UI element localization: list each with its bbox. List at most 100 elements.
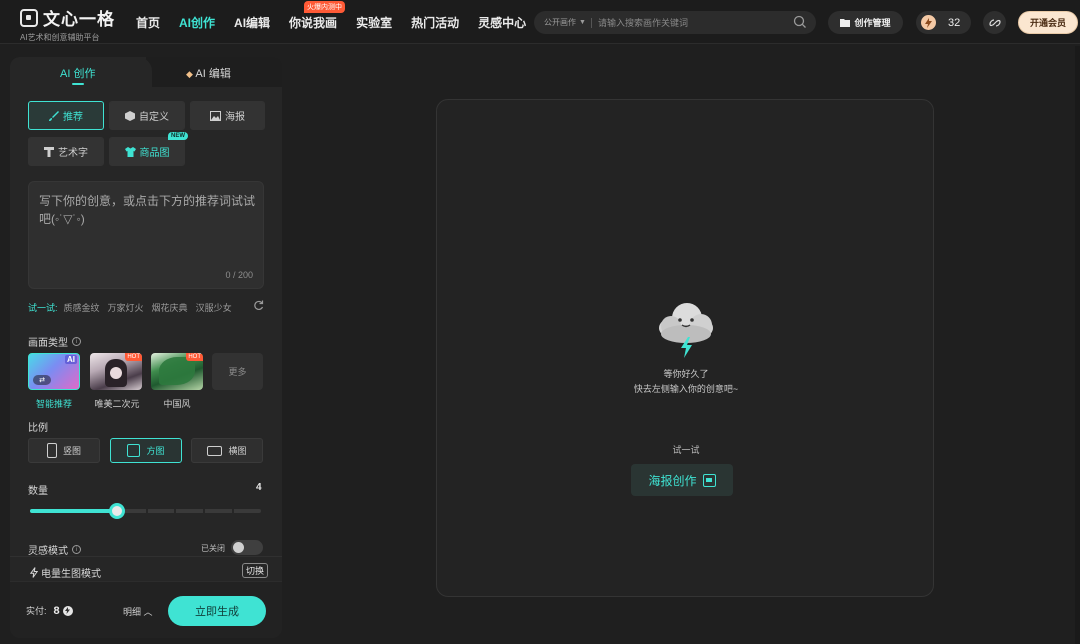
inspiration-section-title: 灵感模式 i [28,542,81,557]
try-label: 试一试: [28,303,58,313]
folder-icon [840,19,851,27]
diamond-icon: ◆ [186,69,193,79]
tab-ai-edit[interactable]: ◆ AI 编辑 [186,65,231,81]
mode-label: 推荐 [63,112,83,123]
batch-label-text: 电量生图模式 [41,569,101,580]
style-label: 智能推荐 [35,399,72,409]
logo[interactable]: 文心一格 AI艺术和创意辅助平台 [20,5,115,43]
points-balance[interactable]: 32 [916,11,971,34]
tab-edit-label: AI 编辑 [195,68,231,80]
nav-ai-edit[interactable]: AI编辑 [234,14,270,31]
mode-product[interactable]: 商品图 NEW [109,132,188,166]
nav-badge-beta: 火爆内测中 [304,1,346,13]
mode-label: 海报 [225,112,245,123]
nav-you-say-i-draw[interactable]: 火爆内测中 你说我画 [289,1,346,31]
quantity-slider[interactable] [30,503,261,519]
slider-tick [203,509,206,513]
search-icon[interactable] [793,15,807,29]
pay-label: 实付: [26,606,47,616]
ratio-portrait[interactable]: 竖图 [28,438,100,463]
nav-events[interactable]: 热门活动 [411,14,459,31]
open-vip-button[interactable]: 开通会员 [1018,11,1078,34]
detail-label: 明细 [123,607,142,617]
style-card-smart[interactable]: AI ⇄ [28,353,80,390]
suggestion-item[interactable]: 万家灯火 [108,301,144,314]
style-label: 中国风 [163,399,191,409]
ai-tag: AI [65,355,77,364]
points-value: 32 [948,16,961,29]
batch-mode-row: 电量生图模式 切换 [10,556,282,581]
nav-ai-create[interactable]: AI创作 [179,14,215,31]
slider-tick [145,509,148,513]
suggestion-item[interactable]: 烟花庆典 [152,301,188,314]
tshirt-icon [124,146,136,157]
chevron-up-icon: ︿ [143,607,153,617]
poster-label: 海报创作 [648,473,697,488]
style-card-chinese[interactable]: HOT [151,353,203,390]
switch-mode-button[interactable]: 切换 [241,563,268,578]
poster-create-button[interactable]: 海报创作 [631,464,733,496]
detail-toggle[interactable]: 明细 ︿ [123,605,153,618]
batch-mode-label: 电量生图模式 [30,565,101,580]
caret-down-icon[interactable]: ▼ [579,19,586,26]
bolt-icon [921,15,936,30]
mode-label: 自定义 [139,112,169,123]
creation-manage-button[interactable]: 创作管理 [828,11,903,34]
refresh-icon[interactable] [253,300,264,311]
payment-amount: 实付: 8 [26,604,73,617]
section-label: 画面类型 [28,338,68,349]
mode-recommend[interactable]: 推荐 [28,101,104,130]
prompt-placeholder: 写下你的创意，或点击下方的推荐词试试吧(◦˙▽˙◦) [39,194,256,226]
cube-icon [125,110,135,121]
inspiration-toggle[interactable] [231,540,263,555]
section-label: 比例 [28,423,48,434]
search-bar: 公开画作 ▼ [534,11,816,34]
mode-custom[interactable]: 自定义 [109,101,185,130]
ratio-label: 横图 [228,446,247,456]
empty-state-subtitle: 快去左侧输入你的创意吧~ [633,384,739,394]
link-icon[interactable] [983,11,1006,34]
generate-button[interactable]: 立即生成 [168,596,266,626]
style-more-button[interactable]: 更多 [212,353,263,390]
info-icon[interactable]: i [72,337,81,346]
empty-state-title: 等你好久了 [663,369,709,379]
quantity-section-title: 数量 [28,482,48,497]
top-header: 文心一格 AI艺术和创意辅助平台 首页 AI创作 AI编辑 火爆内测中 你说我画… [0,0,1080,44]
logo-icon [20,8,38,27]
suggestion-item[interactable]: 质感金纹 [64,301,100,314]
search-category-select[interactable]: 公开画作 [544,17,576,28]
tab-underline [72,83,84,85]
create-panel: AI 创作 ◆ AI 编辑 推荐 自定义 海报 艺术字 商品图 NEW 写下你的… [10,57,282,638]
main-nav: 首页 AI创作 AI编辑 火爆内测中 你说我画 实验室 热门活动 灵感中心 [136,1,545,31]
manage-label: 创作管理 [854,18,891,28]
text-t-icon [44,146,54,157]
prompt-input[interactable]: 写下你的创意，或点击下方的推荐词试试吧(◦˙▽˙◦) 0 / 200 [28,181,264,289]
nav-home[interactable]: 首页 [136,14,160,31]
ratio-landscape[interactable]: 横图 [191,438,263,463]
suggestion-item[interactable]: 汉服少女 [196,301,232,314]
poster-icon [702,473,716,487]
mode-art-text[interactable]: 艺术字 [28,137,104,166]
image-icon [210,110,221,121]
square-ratio-icon [127,444,141,457]
nav-inspiration[interactable]: 灵感中心 [478,14,526,31]
brush-icon [49,110,59,121]
search-input[interactable] [597,17,788,28]
mode-label: 商品图 [139,148,170,159]
nav-label: 你说我画 [289,16,338,30]
nav-lab[interactable]: 实验室 [356,14,392,31]
mode-poster[interactable]: 海报 [190,101,265,130]
ratio-square[interactable]: 方图 [110,438,182,463]
info-icon[interactable]: i [72,545,81,554]
section-label: 数量 [28,486,48,497]
tab-ai-create[interactable]: AI 创作 [60,65,95,81]
style-section-title: 画面类型 i [28,334,81,349]
prompt-char-count: 0 / 200 [225,270,253,280]
mode-label: 艺术字 [58,148,88,159]
anime-thumbnail [105,359,127,387]
page-scrollbar[interactable] [1075,46,1080,644]
try-title: 试一试 [672,445,700,455]
hot-tag: HOT [125,353,142,361]
slider-thumb[interactable] [108,503,125,519]
style-card-anime[interactable]: HOT [90,353,142,390]
